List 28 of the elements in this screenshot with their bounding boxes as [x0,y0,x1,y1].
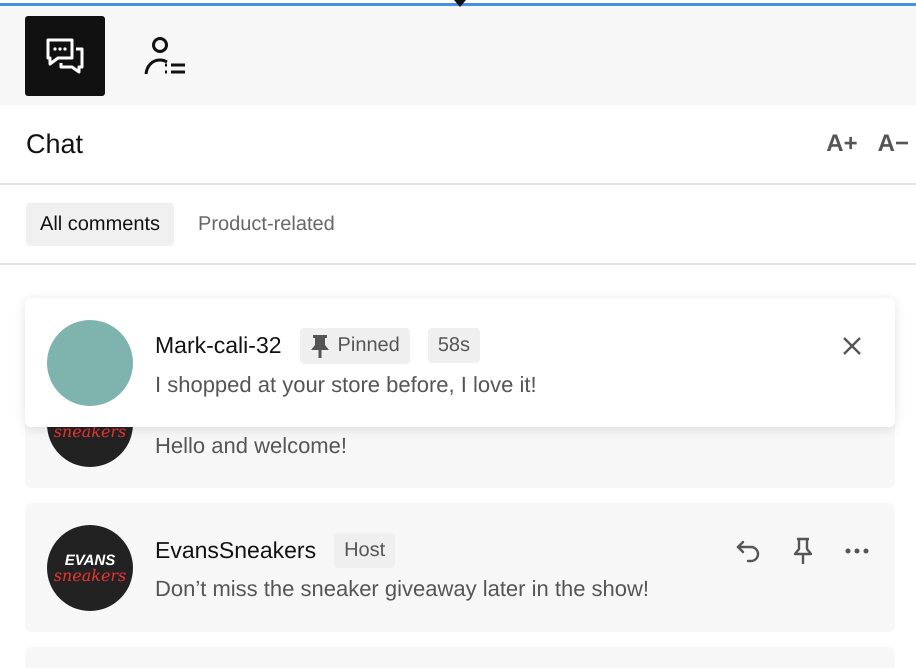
filter-tab[interactable]: Product-related [184,202,349,246]
pin-icon [310,334,330,358]
chat-bubbles-icon [44,37,86,75]
filter-tab[interactable]: All comments [26,202,174,246]
font-size-button[interactable]: A− [878,130,909,158]
logo-text: sneakers [54,424,126,438]
close-button[interactable] [843,336,861,354]
reply-icon [735,538,761,562]
more-button[interactable] [845,548,869,554]
comment-text: I shopped at your store before, I love it! [155,372,538,398]
comment-text: Don’t miss the sneaker giveaway later in the show! [155,576,650,602]
time-badge: 58s [428,328,480,363]
font-size-button[interactable]: A+ [826,130,858,158]
logo-text: sneakers [54,568,126,582]
chat-tab[interactable] [25,16,105,96]
username: Mark-cali-32 [155,332,282,359]
pinned-badge: Pinned [300,328,410,364]
panel-title: Chat [26,128,84,160]
logo-text: EVANS [64,554,116,568]
host-badge: Host [334,533,396,568]
pin-icon [791,536,815,564]
pin-button[interactable] [791,536,815,564]
username: EvansSneakers [155,537,316,564]
reply-button[interactable] [735,538,761,562]
comment-text: Hello and welcome! [155,433,348,459]
more-icon [845,548,869,554]
close-icon [843,336,861,354]
person-list-icon [143,36,187,76]
